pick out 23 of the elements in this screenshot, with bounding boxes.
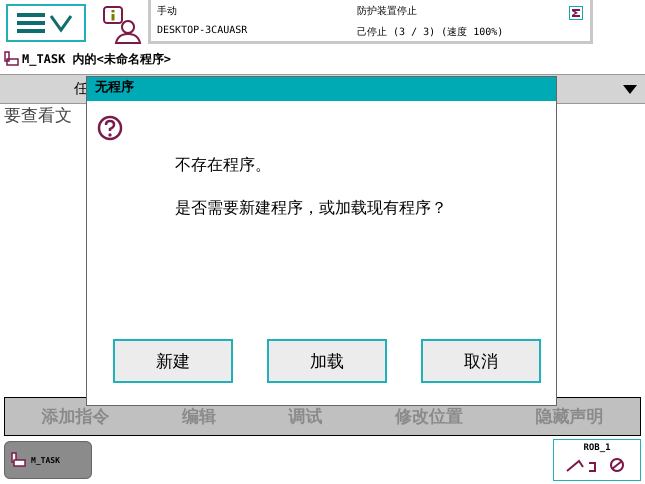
dialog-title: 无程序 bbox=[87, 77, 556, 101]
operating-mode: 手动 bbox=[157, 4, 178, 18]
system-name: DESKTOP-3CAUASR bbox=[157, 25, 248, 36]
main-menu-button[interactable] bbox=[6, 4, 86, 42]
column-header: 任 bbox=[74, 80, 88, 98]
dialog-message: 不存在程序。 bbox=[175, 155, 272, 176]
task-icon bbox=[11, 452, 27, 468]
robot-label: ROB_1 bbox=[583, 443, 611, 453]
breadcrumb-title: M_TASK 内的<未命名程序> bbox=[22, 50, 172, 68]
dropdown-caret-icon[interactable] bbox=[623, 84, 637, 94]
status-icon[interactable] bbox=[569, 6, 583, 20]
dialog-question: 是否需要新建程序，或加载现有程序？ bbox=[175, 198, 448, 219]
question-icon bbox=[97, 115, 123, 141]
user-info-icon[interactable] bbox=[100, 4, 144, 46]
dialog-button[interactable]: 新建 bbox=[113, 339, 233, 383]
safety-status: 防护装置停止 bbox=[357, 4, 418, 18]
dialog-button[interactable]: 加载 bbox=[267, 339, 387, 383]
program-state: 己停止 (3 / 3) (速度 100%) bbox=[357, 26, 504, 39]
robot-button[interactable]: ROB_1 bbox=[553, 439, 641, 481]
task-icon bbox=[4, 51, 20, 67]
hint-text: 要查看文 bbox=[3, 105, 73, 127]
task-button[interactable]: M_TASK bbox=[4, 441, 92, 479]
dialog-button[interactable]: 取消 bbox=[421, 339, 541, 383]
